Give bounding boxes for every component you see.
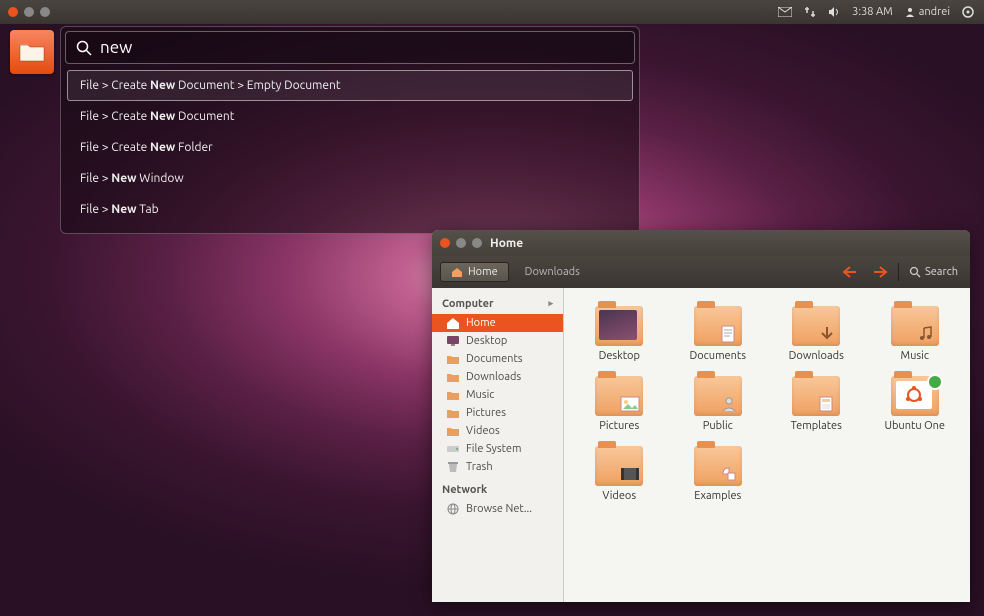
folder-icon	[891, 306, 939, 346]
panel-indicators: 3:38 AM andrei	[778, 6, 984, 18]
hud-result-0[interactable]: File > Create New Document > Empty Docum…	[67, 70, 633, 101]
folder-videos[interactable]: Videos	[572, 442, 667, 506]
breadcrumb-home[interactable]: Home	[440, 262, 509, 282]
folder-pictures[interactable]: Pictures	[572, 372, 667, 436]
sidebar-item-downloads[interactable]: Downloads	[432, 368, 563, 386]
titlebar[interactable]: Home	[432, 230, 970, 256]
power-icon[interactable]	[962, 6, 974, 18]
sidebar-section-network: Network	[432, 480, 563, 500]
desktop-icon	[446, 335, 460, 347]
folder-ubuntu-one[interactable]: Ubuntu One	[868, 372, 963, 436]
net-icon	[446, 503, 460, 515]
hud-result-2[interactable]: File > Create New Folder	[67, 132, 633, 163]
folder-icon	[792, 306, 840, 346]
folder-downloads[interactable]: Downloads	[769, 302, 864, 366]
folder-label: Examples	[694, 490, 741, 502]
drive-icon	[446, 443, 460, 455]
home-icon	[446, 317, 460, 329]
hud-result-1[interactable]: File > Create New Document	[67, 101, 633, 132]
sidebar-item-file-system[interactable]: File System	[432, 440, 563, 458]
window-title: Home	[490, 237, 523, 250]
folder-templates[interactable]: Templates	[769, 372, 864, 436]
folder-icon	[595, 446, 643, 486]
sidebar-item-trash[interactable]: Trash	[432, 458, 563, 476]
sidebar-item-music[interactable]: Music	[432, 386, 563, 404]
minimize-btn[interactable]	[24, 7, 34, 17]
sidebar-item-browse-net-[interactable]: Browse Net...	[432, 500, 563, 518]
folder-icon	[446, 425, 460, 437]
fm-max-btn[interactable]	[472, 238, 482, 248]
window-controls	[0, 7, 50, 17]
username: andrei	[919, 6, 950, 18]
launcher-files-icon[interactable]	[10, 30, 54, 74]
top-panel: 3:38 AM andrei	[0, 0, 984, 24]
folder-label: Videos	[602, 490, 636, 502]
close-btn[interactable]	[8, 7, 18, 17]
folder-desktop[interactable]: Desktop	[572, 302, 667, 366]
folder-icon	[595, 376, 643, 416]
folder-examples[interactable]: Examples	[671, 442, 766, 506]
sidebar-item-desktop[interactable]: Desktop	[432, 332, 563, 350]
folder-documents[interactable]: Documents	[671, 302, 766, 366]
search-button[interactable]: Search	[905, 262, 962, 282]
back-button[interactable]	[838, 261, 862, 283]
folder-label: Documents	[689, 350, 746, 362]
network-icon[interactable]	[804, 6, 816, 18]
folder-icon	[694, 306, 742, 346]
folder-public[interactable]: Public	[671, 372, 766, 436]
fm-close-btn[interactable]	[440, 238, 450, 248]
folder-icon	[446, 371, 460, 383]
folder-icon	[446, 389, 460, 401]
sidebar-item-home[interactable]: Home	[432, 314, 563, 332]
file-manager-window: Home Home Downloads Search Computer▸ Hom…	[432, 230, 970, 602]
folder-label: Pictures	[599, 420, 639, 432]
mail-icon[interactable]	[778, 7, 792, 17]
maximize-btn[interactable]	[40, 7, 50, 17]
folder-icon	[694, 376, 742, 416]
file-grid: Desktop Documents Downloads Music Pictures Pu…	[564, 288, 970, 602]
hud-search-input[interactable]	[100, 38, 624, 57]
hud-result-4[interactable]: File > New Tab	[67, 194, 633, 225]
sidebar-item-documents[interactable]: Documents	[432, 350, 563, 368]
sidebar-item-pictures[interactable]: Pictures	[432, 404, 563, 422]
folder-icon	[446, 353, 460, 365]
folder-label: Ubuntu One	[884, 420, 945, 432]
sidebar-section-computer: Computer▸	[432, 294, 563, 314]
hud-overlay: File > Create New Document > Empty Docum…	[60, 26, 640, 234]
folder-icon	[891, 376, 939, 416]
forward-button[interactable]	[868, 261, 892, 283]
folder-icon	[446, 407, 460, 419]
folder-label: Downloads	[789, 350, 844, 362]
hud-search-box	[65, 31, 635, 64]
folder-icon	[694, 446, 742, 486]
toolbar: Home Downloads Search	[432, 256, 970, 288]
trash-icon	[446, 461, 460, 473]
folder-label: Desktop	[599, 350, 640, 362]
folder-label: Public	[703, 420, 733, 432]
folder-label: Music	[901, 350, 929, 362]
breadcrumb-downloads[interactable]: Downloads	[515, 263, 590, 281]
folder-music[interactable]: Music	[868, 302, 963, 366]
sidebar-item-videos[interactable]: Videos	[432, 422, 563, 440]
clock[interactable]: 3:38 AM	[852, 6, 893, 18]
fm-min-btn[interactable]	[456, 238, 466, 248]
search-icon	[76, 40, 92, 56]
hud-results: File > Create New Document > Empty Docum…	[65, 64, 635, 229]
folder-icon	[595, 306, 643, 346]
user-menu[interactable]: andrei	[905, 6, 950, 18]
folder-icon	[792, 376, 840, 416]
folder-label: Templates	[791, 420, 842, 432]
hud-result-3[interactable]: File > New Window	[67, 163, 633, 194]
sidebar: Computer▸ HomeDesktopDocumentsDownloadsM…	[432, 288, 564, 602]
volume-icon[interactable]	[828, 6, 840, 18]
